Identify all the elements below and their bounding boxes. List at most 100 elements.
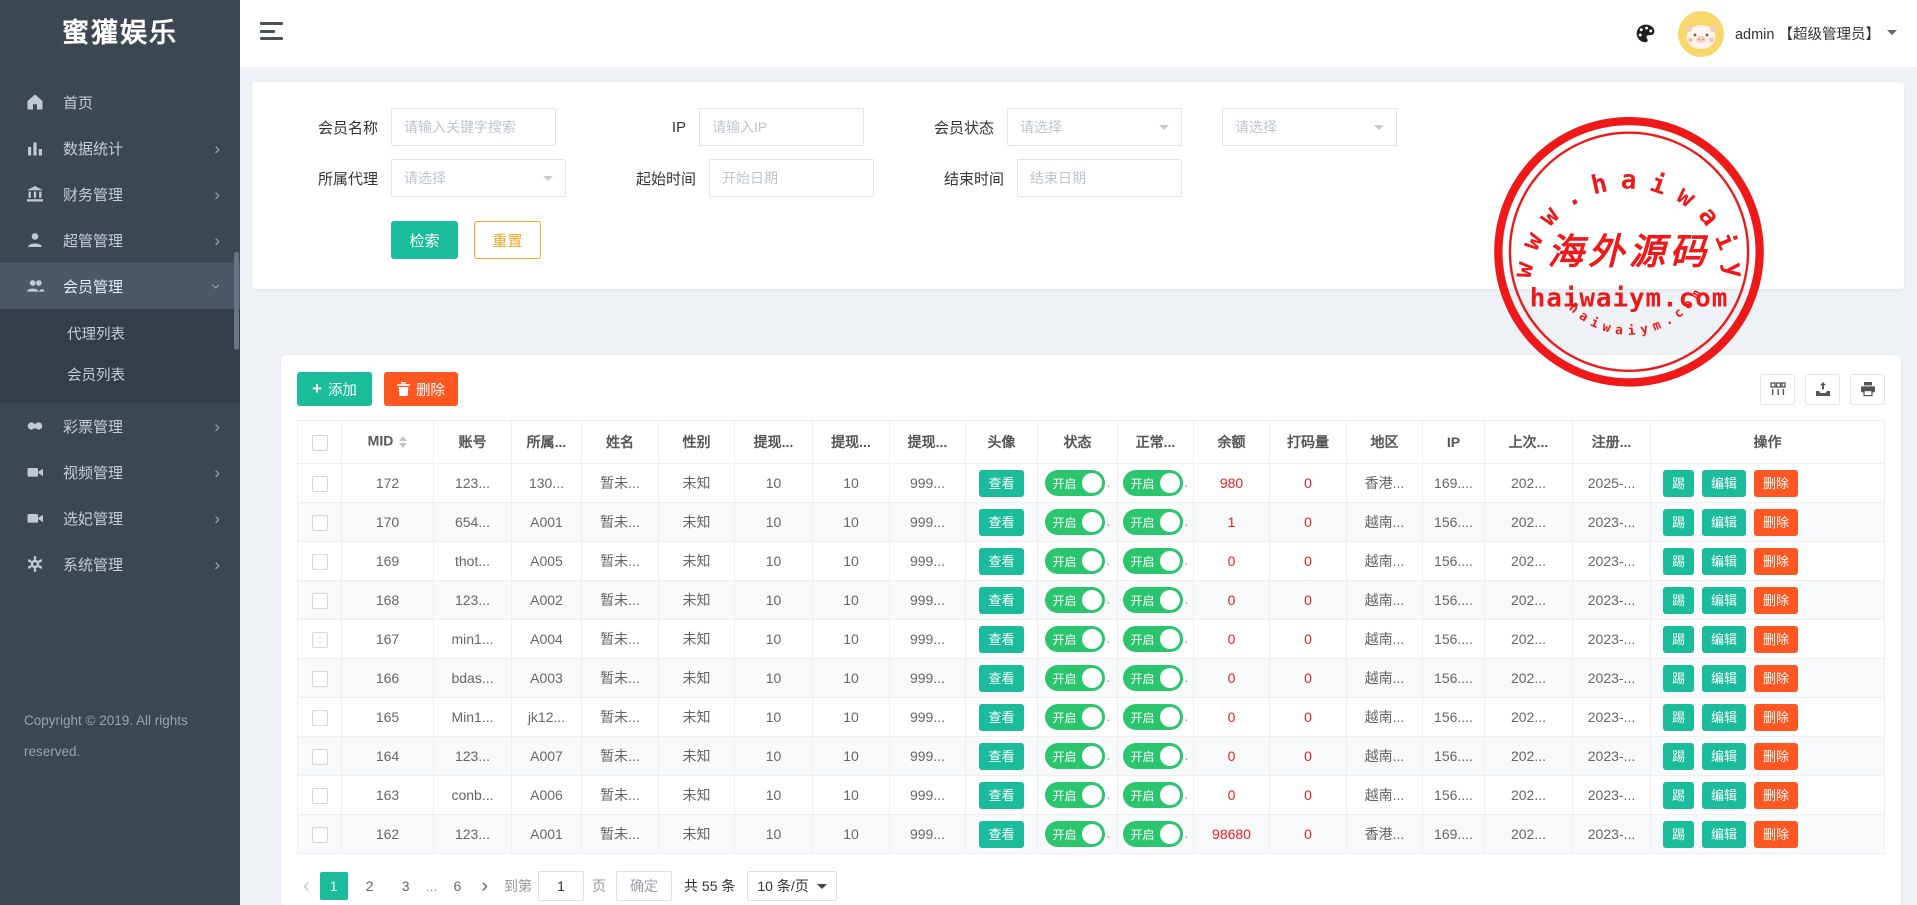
prev-page-button[interactable]: ‹ (297, 876, 316, 896)
sidebar-item-member-list[interactable]: 会员列表 (0, 356, 240, 397)
page-size-select[interactable]: 10 条/页 (747, 871, 836, 901)
row-checkbox[interactable] (312, 515, 328, 531)
row-delete-button[interactable]: 删除 (1754, 782, 1798, 809)
theme-palette-icon[interactable] (1635, 23, 1656, 44)
row-checkbox[interactable] (312, 710, 328, 726)
row-delete-button[interactable]: 删除 (1754, 665, 1798, 692)
sidebar-item-superadmin[interactable]: 超管管理 › (0, 217, 240, 263)
agent-select[interactable]: 请选择 (391, 159, 566, 197)
member-status-select[interactable]: 请选择 (1007, 108, 1182, 146)
sidebar-item-agent-list[interactable]: 代理列表 (0, 315, 240, 356)
col-header-mid[interactable]: MID (368, 433, 394, 449)
kick-button[interactable]: 踢 (1663, 665, 1694, 692)
status-toggle[interactable]: 开启 (1045, 509, 1105, 535)
view-avatar-button[interactable]: 查看 (979, 626, 1023, 653)
row-delete-button[interactable]: 删除 (1754, 743, 1798, 770)
normal-toggle[interactable]: 开启 (1123, 548, 1183, 574)
kick-button[interactable]: 踢 (1663, 704, 1694, 731)
page-button-6[interactable]: 6 (443, 872, 471, 900)
page-button-2[interactable]: 2 (356, 872, 384, 900)
sidebar-item-lottery[interactable]: 彩票管理 › (0, 403, 240, 449)
row-checkbox[interactable] (312, 632, 328, 648)
sidebar-item-home[interactable]: 首页 (0, 79, 240, 125)
view-avatar-button[interactable]: 查看 (979, 743, 1023, 770)
delete-button[interactable]: 删除 (384, 372, 458, 406)
add-button[interactable]: +添加 (297, 372, 372, 406)
kick-button[interactable]: 踢 (1663, 626, 1694, 653)
ip-input[interactable] (699, 108, 864, 146)
row-delete-button[interactable]: 删除 (1754, 704, 1798, 731)
normal-toggle[interactable]: 开启 (1123, 509, 1183, 535)
row-checkbox[interactable] (312, 476, 328, 492)
row-checkbox[interactable] (312, 671, 328, 687)
edit-button[interactable]: 编辑 (1702, 782, 1746, 809)
status-toggle[interactable]: 开启 (1045, 821, 1105, 847)
edit-button[interactable]: 编辑 (1702, 704, 1746, 731)
edit-button[interactable]: 编辑 (1702, 509, 1746, 536)
view-avatar-button[interactable]: 查看 (979, 665, 1023, 692)
edit-button[interactable]: 编辑 (1702, 548, 1746, 575)
view-avatar-button[interactable]: 查看 (979, 587, 1023, 614)
kick-button[interactable]: 踢 (1663, 548, 1694, 575)
status-toggle[interactable]: 开启 (1045, 782, 1105, 808)
kick-button[interactable]: 踢 (1663, 782, 1694, 809)
normal-toggle[interactable]: 开启 (1123, 470, 1183, 496)
view-avatar-button[interactable]: 查看 (979, 548, 1023, 575)
status-toggle[interactable]: 开启 (1045, 470, 1105, 496)
status-toggle[interactable]: 开启 (1045, 587, 1105, 613)
view-avatar-button[interactable]: 查看 (979, 782, 1023, 809)
normal-toggle[interactable]: 开启 (1123, 743, 1183, 769)
print-button[interactable] (1850, 374, 1885, 405)
row-checkbox[interactable] (312, 827, 328, 843)
kick-button[interactable]: 踢 (1663, 821, 1694, 848)
sidebar-item-statistics[interactable]: 数据统计 › (0, 125, 240, 171)
normal-toggle[interactable]: 开启 (1123, 587, 1183, 613)
kick-button[interactable]: 踢 (1663, 587, 1694, 614)
menu-toggle-icon[interactable] (260, 22, 283, 45)
member-name-input[interactable] (391, 108, 556, 146)
columns-filter-button[interactable] (1760, 374, 1795, 405)
normal-toggle[interactable]: 开启 (1123, 626, 1183, 652)
status-toggle[interactable]: 开启 (1045, 665, 1105, 691)
row-delete-button[interactable]: 删除 (1754, 587, 1798, 614)
row-checkbox[interactable] (312, 593, 328, 609)
sidebar-scrollbar[interactable] (234, 252, 239, 350)
row-checkbox[interactable] (312, 554, 328, 570)
next-page-button[interactable]: › (475, 876, 494, 896)
sidebar-item-video[interactable]: 视频管理 › (0, 449, 240, 495)
normal-toggle[interactable]: 开启 (1123, 782, 1183, 808)
edit-button[interactable]: 编辑 (1702, 821, 1746, 848)
sidebar-item-system[interactable]: 系统管理 › (0, 541, 240, 587)
goto-page-input[interactable] (538, 871, 584, 901)
kick-button[interactable]: 踢 (1663, 743, 1694, 770)
normal-toggle[interactable]: 开启 (1123, 704, 1183, 730)
page-button-3[interactable]: 3 (392, 872, 420, 900)
row-delete-button[interactable]: 删除 (1754, 470, 1798, 497)
row-checkbox[interactable] (312, 749, 328, 765)
sidebar-item-members[interactable]: 会员管理 › (0, 263, 240, 309)
status-toggle[interactable]: 开启 (1045, 548, 1105, 574)
normal-toggle[interactable]: 开启 (1123, 821, 1183, 847)
view-avatar-button[interactable]: 查看 (979, 821, 1023, 848)
select-all-checkbox[interactable] (312, 435, 328, 451)
edit-button[interactable]: 编辑 (1702, 470, 1746, 497)
sidebar-item-concubine[interactable]: 选妃管理 › (0, 495, 240, 541)
edit-button[interactable]: 编辑 (1702, 743, 1746, 770)
export-button[interactable] (1805, 374, 1840, 405)
edit-button[interactable]: 编辑 (1702, 587, 1746, 614)
end-date-input[interactable] (1017, 159, 1182, 197)
row-delete-button[interactable]: 删除 (1754, 626, 1798, 653)
kick-button[interactable]: 踢 (1663, 509, 1694, 536)
reset-button[interactable]: 重置 (474, 221, 541, 259)
edit-button[interactable]: 编辑 (1702, 665, 1746, 692)
status-toggle[interactable]: 开启 (1045, 626, 1105, 652)
sidebar-item-finance[interactable]: 财务管理 › (0, 171, 240, 217)
page-button-1[interactable]: 1 (320, 872, 348, 900)
kick-button[interactable]: 踢 (1663, 470, 1694, 497)
status-toggle[interactable]: 开启 (1045, 743, 1105, 769)
status-toggle[interactable]: 开启 (1045, 704, 1105, 730)
row-delete-button[interactable]: 删除 (1754, 509, 1798, 536)
view-avatar-button[interactable]: 查看 (979, 704, 1023, 731)
view-avatar-button[interactable]: 查看 (979, 470, 1023, 497)
row-checkbox[interactable] (312, 788, 328, 804)
